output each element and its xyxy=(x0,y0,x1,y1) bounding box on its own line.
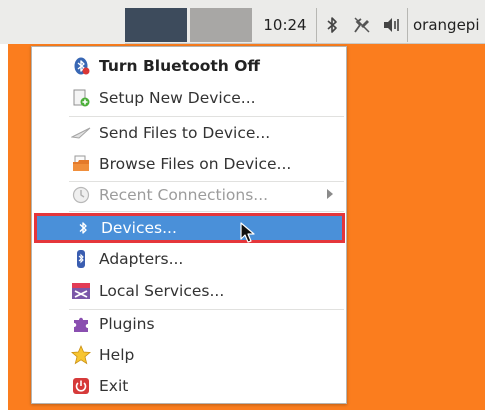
menu-item-exit[interactable]: Exit xyxy=(35,372,343,400)
menu-item-help[interactable]: Help xyxy=(35,341,343,369)
top-panel: 10:24 orangepi xyxy=(0,0,485,44)
submenu-arrow-icon xyxy=(327,189,333,199)
adapter-icon xyxy=(71,249,91,269)
menu-item-adapters[interactable]: Adapters... xyxy=(35,245,343,273)
volume-icon[interactable] xyxy=(382,15,402,35)
menu-item-label: Send Files to Device... xyxy=(99,124,271,142)
send-files-icon xyxy=(71,123,91,143)
clock[interactable]: 10:24 xyxy=(256,8,314,42)
puzzle-icon xyxy=(71,314,91,334)
folder-icon xyxy=(71,154,91,174)
menu-item-label: Plugins xyxy=(99,315,155,333)
local-services-icon xyxy=(71,281,91,301)
menu-item-label: Local Services... xyxy=(99,282,225,300)
bluetooth-devices-icon xyxy=(73,218,93,238)
menu-item-label: Adapters... xyxy=(99,250,184,268)
menu-item-recent-connections: Recent Connections... xyxy=(35,181,343,209)
setup-device-icon xyxy=(71,88,91,108)
user-menu[interactable]: orangepi xyxy=(413,8,479,42)
panel-empty-area xyxy=(0,0,125,44)
menu-item-browse-files[interactable]: Browse Files on Device... xyxy=(35,150,343,178)
menu-item-label: Exit xyxy=(99,377,129,395)
bluetooth-icon[interactable] xyxy=(322,15,342,35)
taskbar-button-1[interactable] xyxy=(125,8,187,42)
taskbar-button-2[interactable] xyxy=(190,8,252,42)
menu-item-turn-bluetooth-off[interactable]: Turn Bluetooth Off xyxy=(35,52,343,80)
system-tray xyxy=(316,8,408,42)
menu-item-send-files[interactable]: Send Files to Device... xyxy=(35,119,343,147)
mouse-cursor-icon xyxy=(240,222,255,243)
menu-item-devices[interactable]: Devices... xyxy=(34,213,345,243)
recent-connections-icon xyxy=(71,185,91,205)
menu-separator xyxy=(69,211,344,212)
star-icon xyxy=(71,345,91,365)
bottom-margin xyxy=(0,410,485,416)
menu-item-label: Setup New Device... xyxy=(99,89,256,107)
menu-item-plugins[interactable]: Plugins xyxy=(35,310,343,338)
left-margin xyxy=(0,0,8,416)
bluetooth-menu: Turn Bluetooth Off Setup New Device... S… xyxy=(31,46,347,404)
menu-item-label: Browse Files on Device... xyxy=(99,155,292,173)
menu-separator xyxy=(69,116,344,117)
network-disconnected-icon[interactable] xyxy=(352,15,372,35)
menu-item-label: Help xyxy=(99,346,135,364)
bluetooth-icon xyxy=(71,56,91,76)
menu-item-local-services[interactable]: Local Services... xyxy=(35,277,343,305)
menu-item-label: Devices... xyxy=(101,219,177,237)
menu-item-label: Turn Bluetooth Off xyxy=(99,57,260,75)
menu-item-setup-new-device[interactable]: Setup New Device... xyxy=(35,84,343,112)
menu-item-label: Recent Connections... xyxy=(99,186,269,204)
power-icon xyxy=(71,376,91,396)
